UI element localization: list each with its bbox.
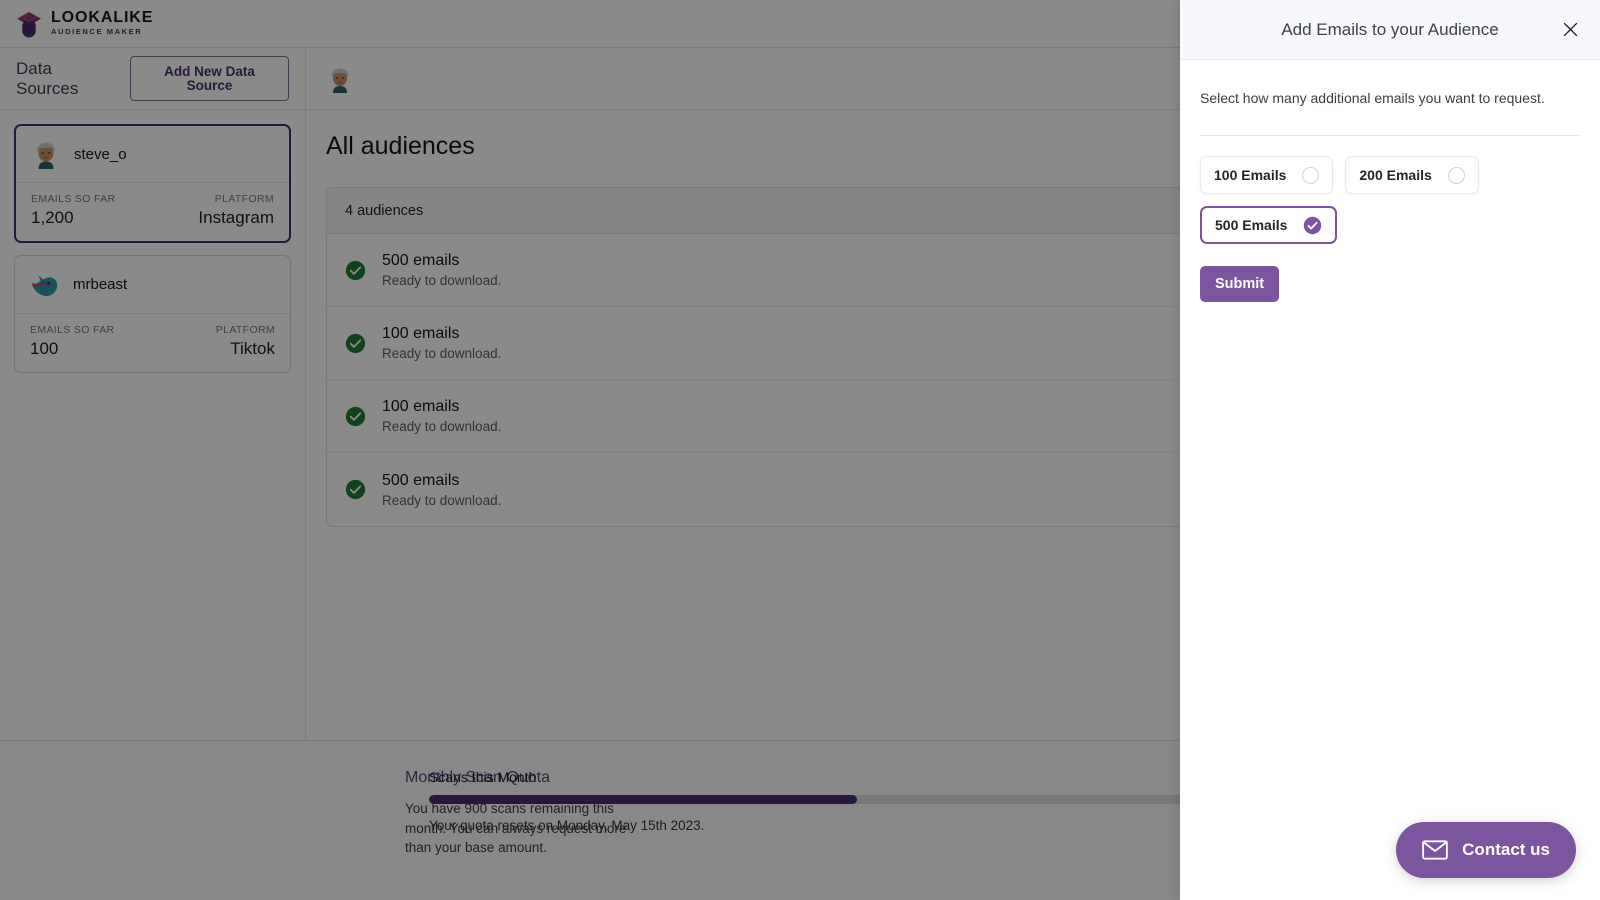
modal-header: Add Emails to your Audience bbox=[1180, 0, 1600, 60]
close-button[interactable] bbox=[1558, 18, 1582, 42]
option-500-emails[interactable]: 500 Emails bbox=[1200, 206, 1338, 244]
option-label: 500 Emails bbox=[1215, 217, 1288, 233]
option-100-emails[interactable]: 100 Emails bbox=[1200, 156, 1334, 194]
submit-button[interactable]: Submit bbox=[1200, 266, 1280, 302]
radio-unselected-icon bbox=[1447, 166, 1465, 184]
modal-description: Select how many additional emails you wa… bbox=[1200, 90, 1545, 106]
add-emails-modal: Add Emails to your Audience Select how m… bbox=[1180, 0, 1600, 900]
radio-selected-check-icon bbox=[1304, 216, 1322, 234]
email-amount-options: 100 Emails 200 Emails 500 Emails bbox=[1200, 156, 1500, 244]
option-label: 200 Emails bbox=[1359, 167, 1432, 183]
contact-us-button[interactable]: Contact us bbox=[1396, 822, 1576, 878]
envelope-icon bbox=[1422, 840, 1448, 860]
app-root: LOOKALIKE AUDIENCE MAKER Data Sources Ad… bbox=[0, 0, 1600, 900]
close-icon bbox=[1563, 22, 1577, 37]
modal-title: Add Emails to your Audience bbox=[1281, 19, 1499, 39]
option-label: 100 Emails bbox=[1214, 167, 1287, 183]
modal-divider bbox=[1200, 135, 1580, 136]
radio-unselected-icon bbox=[1302, 166, 1320, 184]
modal-body: Select how many additional emails you wa… bbox=[1180, 60, 1600, 302]
option-200-emails[interactable]: 200 Emails bbox=[1345, 156, 1479, 194]
contact-us-label: Contact us bbox=[1462, 840, 1550, 859]
